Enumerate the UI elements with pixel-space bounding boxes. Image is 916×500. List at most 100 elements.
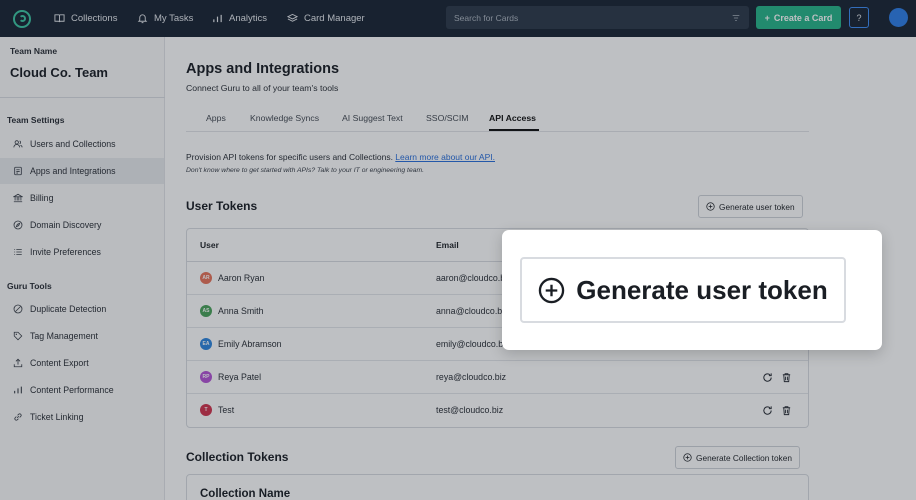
collection-tokens-title: Collection Tokens [186,450,289,464]
page-title: Apps and Integrations [186,61,340,77]
users-icon [13,140,23,148]
guru-tools-title: Guru Tools [7,281,52,291]
create-card-button[interactable]: + Create a Card [756,6,841,29]
avatar: T [200,404,212,416]
sidebar-item-label: Invite Preferences [30,247,101,257]
filter-icon[interactable] [731,13,741,23]
layers-icon [287,13,298,22]
intro-body: Provision API tokens for specific users … [186,152,396,162]
search-input[interactable] [454,12,714,23]
collection-tokens-table: Collection Name [186,474,809,500]
sidebar-item-label: Billing [30,193,54,203]
plus-circle-icon [539,277,565,303]
bell-icon [137,14,148,24]
table-row: RP Reya Patel reya@cloudco.biz [187,361,808,394]
help-label: ? [856,12,862,23]
generate-user-token-button-zoomed[interactable]: Generate user token [520,257,846,323]
nav-collections[interactable]: Collections [54,0,117,37]
list-icon [14,249,22,255]
tab-api-access[interactable]: API Access [489,113,536,123]
user-name: Anna Smith [218,306,264,316]
nav-card-manager-label: Card Manager [304,13,365,24]
help-button[interactable]: ? [849,7,869,28]
nav-my-tasks[interactable]: My Tasks [137,0,193,37]
column-collection-name: Collection Name [200,488,291,500]
nav-analytics-label: Analytics [229,13,268,24]
regenerate-token-icon[interactable] [762,372,773,383]
table-row: T Test test@cloudco.biz [187,394,808,427]
sidebar-item-label: Domain Discovery [30,220,102,230]
avatar: AS [200,305,212,317]
user-email: reya@cloudco.biz [436,372,507,382]
compass-icon [13,220,23,230]
sidebar-item-label: Tag Management [30,331,98,341]
user-email: emily@cloudco.b [436,339,504,349]
team-settings-title: Team Settings [7,115,65,125]
nav-my-tasks-label: My Tasks [154,13,194,24]
user-name: Test [218,405,235,415]
user-name: Emily Abramson [218,339,282,349]
generate-collection-token-button[interactable]: Generate Collection token [675,446,800,469]
generate-user-token-button[interactable]: Generate user token [698,195,803,218]
column-user: User [200,240,219,250]
sidebar-item-label: Content Export [30,358,89,368]
plus-icon: + [764,12,770,23]
tab-sso-scim[interactable]: SSO/SCIM [426,113,468,123]
trash-icon[interactable] [781,372,792,383]
sidebar-item-billing[interactable]: Billing [0,185,164,211]
page-subtitle: Connect Guru to all of your team's tools [186,83,339,93]
sidebar-item-label: Ticket Linking [30,412,84,422]
sidebar-item-users-and-collections[interactable]: Users and Collections [0,131,164,157]
plus-circle-icon [683,453,692,462]
user-email: test@cloudco.biz [436,405,504,415]
trash-icon[interactable] [781,405,792,416]
nav-collections-label: Collections [71,13,118,24]
document-icon [14,166,22,176]
top-navigation-bar: Collections My Tasks Analytics Card Mana… [0,0,916,37]
nav-card-manager[interactable]: Card Manager [287,0,365,37]
nav-analytics[interactable]: Analytics [212,0,267,37]
plus-circle-icon [706,202,715,211]
tab-bar: Apps Knowledge Syncs AI Suggest Text SSO… [186,107,809,132]
create-card-label: Create a Card [773,12,833,23]
tab-knowledge-syncs[interactable]: Knowledge Syncs [250,113,319,123]
intro-hint: Don't know where to get started with API… [186,167,425,174]
sidebar-item-ticket-linking[interactable]: Ticket Linking [0,404,164,430]
guru-logo-icon[interactable] [13,9,31,28]
tab-apps[interactable]: Apps [206,113,226,123]
user-email: aaron@cloudco.biz [436,273,512,283]
user-name: Reya Patel [218,372,262,382]
sidebar-item-apps-and-integrations[interactable]: Apps and Integrations [0,158,164,184]
learn-more-api-link[interactable]: Learn more about our API. [395,152,495,162]
avatar: AR [200,272,212,284]
sidebar-item-label: Content Performance [30,385,114,395]
regenerate-token-icon[interactable] [762,405,773,416]
callout-label: Generate user token [576,274,828,305]
generate-user-token-label: Generate user token [719,201,795,212]
bar-chart-icon [213,14,222,23]
export-icon [13,358,23,368]
sidebar: Team Name Cloud Co. Team Team Settings U… [0,37,165,500]
sidebar-item-label: Users and Collections [30,139,116,149]
sidebar-item-tag-management[interactable]: Tag Management [0,323,164,349]
team-name: Cloud Co. Team [10,65,108,80]
intro-text: Provision API tokens for specific users … [186,152,495,162]
avatar: EA [200,338,212,350]
user-name: Aaron Ryan [218,273,265,283]
search-bar [446,6,749,29]
sidebar-item-content-export[interactable]: Content Export [0,350,164,376]
sidebar-item-label: Duplicate Detection [30,304,107,314]
generate-collection-token-label: Generate Collection token [696,452,792,463]
link-icon [14,413,22,421]
tab-ai-suggest-text[interactable]: AI Suggest Text [342,113,403,123]
user-email: anna@cloudco.b [436,306,503,316]
team-name-label: Team Name [10,46,58,56]
sidebar-item-invite-preferences[interactable]: Invite Preferences [0,239,164,265]
bank-icon [13,193,23,203]
user-avatar[interactable] [889,8,908,27]
duplicate-icon [13,304,23,314]
sidebar-item-domain-discovery[interactable]: Domain Discovery [0,212,164,238]
sidebar-item-duplicate-detection[interactable]: Duplicate Detection [0,296,164,322]
sidebar-item-content-performance[interactable]: Content Performance [0,377,164,403]
book-icon [54,14,65,23]
